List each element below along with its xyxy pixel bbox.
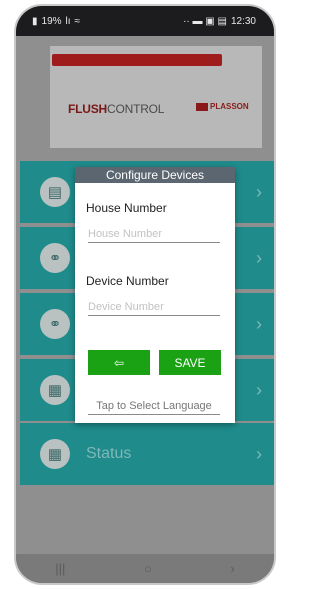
chevron-right-icon: › <box>256 379 262 400</box>
status-bar: ▮ 19% lı ≈ ·· ▬ ▣ ▤ 12:30 <box>16 6 274 36</box>
calendar-icon: ▦ <box>40 439 70 469</box>
notification-icons: ·· ▬ ▣ ▤ <box>183 15 227 27</box>
chevron-right-icon: › <box>256 181 262 202</box>
link-icon: ⚭ <box>40 309 70 339</box>
configure-devices-dialog: Configure Devices House Number Device Nu… <box>75 167 235 423</box>
signal-icon: lı <box>65 15 71 27</box>
back-button[interactable]: › <box>230 561 234 576</box>
home-button[interactable]: ○ <box>144 561 152 576</box>
calendar-icon: ▦ <box>40 375 70 405</box>
chevron-right-icon: › <box>256 443 262 464</box>
logo-card: FLUSHCONTROL PLASSON <box>50 46 262 148</box>
wifi-icon: ≈ <box>74 15 81 27</box>
flushcontrol-logo: FLUSHCONTROL <box>68 102 165 116</box>
recents-button[interactable]: ||| <box>55 561 65 576</box>
status-label: Status <box>86 445 132 462</box>
house-number-input[interactable] <box>88 225 220 243</box>
house-number-label: House Number <box>86 201 167 215</box>
header-bar <box>52 54 222 66</box>
chevron-right-icon: › <box>256 247 262 268</box>
menu-item-status[interactable]: ▦ Status › <box>20 423 274 485</box>
battery-icon: ▮ <box>32 15 38 27</box>
device-number-input[interactable] <box>88 298 220 316</box>
android-nav-bar: ||| ○ › <box>16 554 274 583</box>
plasson-logo: PLASSON <box>196 102 249 111</box>
save-button[interactable]: SAVE <box>159 350 221 375</box>
battery-level: 19% <box>41 15 62 27</box>
chevron-right-icon: › <box>256 313 262 334</box>
select-language-button[interactable]: Tap to Select Language <box>88 400 220 415</box>
clock: 12:30 <box>230 15 256 27</box>
device-number-label: Device Number <box>86 274 169 288</box>
dialog-title: Configure Devices <box>75 167 235 183</box>
back-arrow-button[interactable]: ⇦ <box>88 350 150 375</box>
clipboard-icon: ▤ <box>40 177 70 207</box>
link-icon: ⚭ <box>40 243 70 273</box>
